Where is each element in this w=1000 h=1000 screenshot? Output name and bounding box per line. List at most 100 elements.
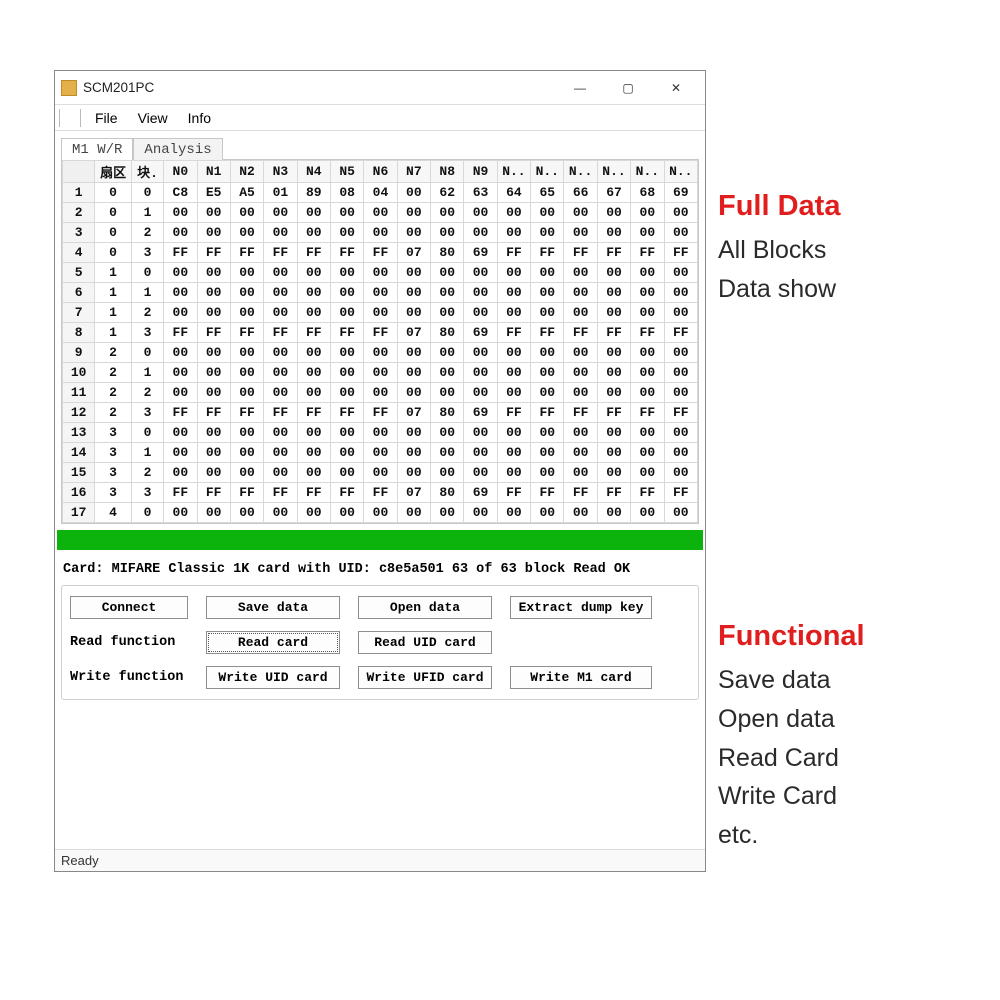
table-row[interactable]: 1633FFFFFFFFFFFFFF078069FFFFFFFFFFFF (63, 483, 698, 503)
byte-cell: 00 (397, 303, 430, 323)
connect-button[interactable]: Connect (70, 596, 188, 619)
close-button[interactable]: ✕ (653, 74, 699, 102)
byte-cell: 00 (330, 303, 363, 323)
byte-cell: FF (230, 243, 263, 263)
table-row[interactable]: 403FFFFFFFFFFFFFF078069FFFFFFFFFFFF (63, 243, 698, 263)
table-row[interactable]: 174000000000000000000000000000000000 (63, 503, 698, 523)
byte-cell: 00 (397, 183, 430, 203)
save-data-button[interactable]: Save data (206, 596, 340, 619)
write-ufid-card-button[interactable]: Write UFID card (358, 666, 492, 689)
byte-cell: 00 (531, 203, 564, 223)
rebar-grip-icon (59, 109, 81, 127)
byte-cell: 00 (531, 283, 564, 303)
byte-cell: FF (364, 483, 397, 503)
byte-cell: 00 (397, 463, 430, 483)
byte-cell: 00 (531, 343, 564, 363)
table-row[interactable]: 112200000000000000000000000000000000 (63, 383, 698, 403)
app-window: SCM201PC — ▢ ✕ File View Info M1 W/R Ana… (54, 70, 706, 872)
tab-m1wr[interactable]: M1 W/R (61, 138, 133, 160)
byte-cell: 00 (631, 503, 664, 523)
byte-cell: 69 (664, 183, 697, 203)
byte-cell: 00 (197, 343, 230, 363)
block-cell: 3 (131, 323, 163, 343)
byte-cell: 00 (597, 463, 630, 483)
byte-cell: 00 (531, 223, 564, 243)
byte-cell: 00 (397, 343, 430, 363)
block-cell: 2 (131, 303, 163, 323)
byte-cell: FF (164, 483, 197, 503)
byte-cell: 00 (230, 343, 263, 363)
byte-cell: FF (597, 403, 630, 423)
block-cell: 0 (131, 183, 163, 203)
table-row[interactable]: 20100000000000000000000000000000000 (63, 203, 698, 223)
annotation-full-data: Full Data All Blocks Data show (718, 190, 988, 309)
minimize-button[interactable]: — (557, 74, 603, 102)
grid-header-sector: 扇区 (95, 161, 132, 183)
hex-grid[interactable]: 扇区块.N0N1N2N3N4N5N6N7N8N9N..N..N..N..N..N… (61, 159, 699, 524)
byte-cell: 00 (497, 463, 530, 483)
byte-cell: 00 (364, 423, 397, 443)
byte-cell: 00 (464, 343, 497, 363)
byte-cell: 00 (164, 343, 197, 363)
byte-cell: FF (264, 403, 297, 423)
block-cell: 3 (131, 243, 163, 263)
table-row[interactable]: 51000000000000000000000000000000000 (63, 263, 698, 283)
table-row[interactable]: 102100000000000000000000000000000000 (63, 363, 698, 383)
tab-analysis[interactable]: Analysis (133, 138, 222, 160)
table-row[interactable]: 813FFFFFFFFFFFFFF078069FFFFFFFFFFFF (63, 323, 698, 343)
byte-cell: 00 (497, 223, 530, 243)
byte-cell: 00 (497, 203, 530, 223)
byte-cell: 04 (364, 183, 397, 203)
byte-cell: FF (497, 243, 530, 263)
byte-cell: 00 (297, 283, 330, 303)
byte-cell: 00 (597, 503, 630, 523)
byte-cell: 00 (431, 503, 464, 523)
byte-cell: 00 (497, 503, 530, 523)
byte-cell: 00 (364, 363, 397, 383)
byte-cell: FF (564, 483, 597, 503)
table-row[interactable]: 143100000000000000000000000000000000 (63, 443, 698, 463)
grid-header-byte-1: N1 (197, 161, 230, 183)
byte-cell: 00 (264, 343, 297, 363)
extract-dump-key-button[interactable]: Extract dump key (510, 596, 652, 619)
table-row[interactable]: 92000000000000000000000000000000000 (63, 343, 698, 363)
byte-cell: FF (230, 323, 263, 343)
byte-cell: 07 (397, 243, 430, 263)
byte-cell: 63 (464, 183, 497, 203)
byte-cell: 00 (497, 363, 530, 383)
grid-header-byte-11: N.. (531, 161, 564, 183)
table-row[interactable]: 30200000000000000000000000000000000 (63, 223, 698, 243)
sector-cell: 2 (95, 363, 132, 383)
table-row[interactable]: 100C8E5A501890804006263646566676869 (63, 183, 698, 203)
table-row[interactable]: 61100000000000000000000000000000000 (63, 283, 698, 303)
row-number: 12 (63, 403, 95, 423)
menu-file[interactable]: File (85, 108, 128, 128)
menu-info[interactable]: Info (178, 108, 221, 128)
block-cell: 0 (131, 343, 163, 363)
byte-cell: 00 (464, 463, 497, 483)
row-number: 1 (63, 183, 95, 203)
read-card-button[interactable]: Read card (206, 631, 340, 654)
row-number: 5 (63, 263, 95, 283)
sector-cell: 2 (95, 343, 132, 363)
byte-cell: FF (197, 483, 230, 503)
write-uid-card-button[interactable]: Write UID card (206, 666, 340, 689)
byte-cell: 00 (631, 463, 664, 483)
maximize-button[interactable]: ▢ (605, 74, 651, 102)
byte-cell: 00 (230, 363, 263, 383)
table-row[interactable]: 71200000000000000000000000000000000 (63, 303, 698, 323)
byte-cell: 00 (531, 263, 564, 283)
row-number: 3 (63, 223, 95, 243)
byte-cell: E5 (197, 183, 230, 203)
byte-cell: FF (664, 483, 697, 503)
read-uid-card-button[interactable]: Read UID card (358, 631, 492, 654)
table-row[interactable]: 1223FFFFFFFFFFFFFF078069FFFFFFFFFFFF (63, 403, 698, 423)
byte-cell: FF (330, 403, 363, 423)
menu-view[interactable]: View (128, 108, 178, 128)
open-data-button[interactable]: Open data (358, 596, 492, 619)
block-cell: 1 (131, 443, 163, 463)
table-row[interactable]: 153200000000000000000000000000000000 (63, 463, 698, 483)
write-m1-card-button[interactable]: Write M1 card (510, 666, 652, 689)
byte-cell: 00 (330, 283, 363, 303)
table-row[interactable]: 133000000000000000000000000000000000 (63, 423, 698, 443)
